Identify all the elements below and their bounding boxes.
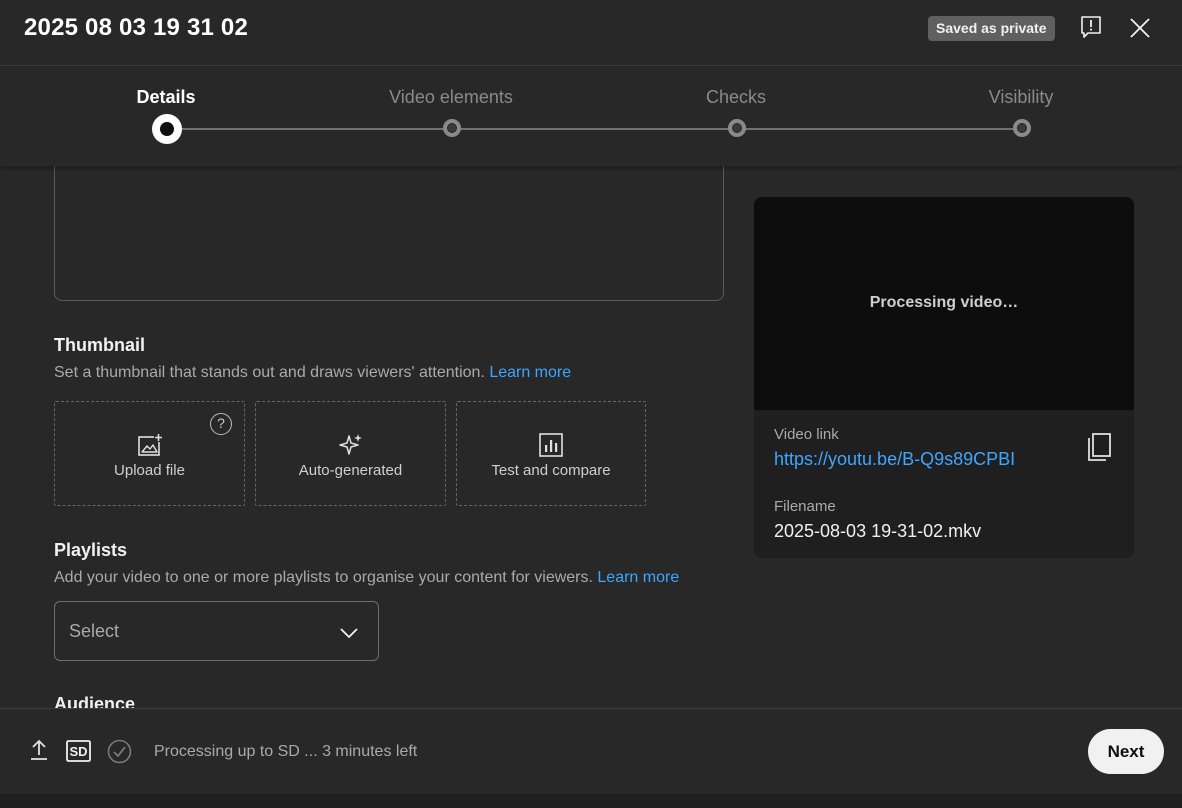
saved-status-badge: Saved as private <box>928 16 1055 41</box>
next-button[interactable]: Next <box>1088 729 1164 774</box>
upload-file-label: Upload file <box>114 462 185 479</box>
step-label: Checks <box>705 87 767 107</box>
video-link[interactable]: https://youtu.be/B-Q9s89CPBI <box>774 449 1015 470</box>
sd-badge-text: SD <box>69 744 87 759</box>
stepper-track <box>167 128 1022 130</box>
playlists-title: Playlists <box>54 540 128 560</box>
bar-chart-icon <box>539 433 563 457</box>
copy-link-button[interactable] <box>1087 432 1113 462</box>
details-form[interactable]: Thumbnail Set a thumbnail that stands ou… <box>0 166 1182 708</box>
thumbnail-title: Thumbnail <box>54 335 145 355</box>
auto-generated-label: Auto-generated <box>298 462 403 479</box>
dialog-footer: SD Processing up to SD ... 3 minutes lef… <box>0 708 1182 794</box>
thumbnail-description: Set a thumbnail that stands out and draw… <box>54 364 571 382</box>
filename-value: 2025-08-03 19-31-02.mkv <box>774 521 982 541</box>
playlists-description: Add your video to one or more playlists … <box>54 569 679 587</box>
help-icon[interactable]: ? <box>210 413 232 435</box>
step-label: Visibility <box>988 87 1054 107</box>
processing-status: Processing up to SD ... 3 minutes left <box>154 743 418 760</box>
thumbnail-learn-more-link[interactable]: Learn more <box>489 364 571 381</box>
processing-video-text: Processing video… <box>869 294 1019 311</box>
step-indicator <box>152 114 182 144</box>
video-title: 2025 08 03 19 31 02 <box>24 14 249 41</box>
dialog-header: 2025 08 03 19 31 02 Saved as private <box>0 0 1182 66</box>
upload-stepper: Details Video elements Checks Visibility <box>0 67 1182 166</box>
auto-generated-thumbnail-button[interactable]: Auto-generated <box>255 401 446 506</box>
test-and-compare-label: Test and compare <box>491 462 611 479</box>
step-indicator <box>728 119 746 137</box>
sparkle-icon <box>338 434 362 455</box>
sd-quality-icon: SD <box>66 740 91 762</box>
playlist-select-value: Select <box>69 621 120 641</box>
video-preview-card: Processing video… Video link https://you… <box>754 197 1134 558</box>
upload-icon <box>31 739 47 760</box>
close-icon <box>1130 18 1150 38</box>
step-label: Video elements <box>389 87 513 107</box>
step-indicator <box>1013 119 1031 137</box>
test-and-compare-button[interactable]: Test and compare <box>456 401 646 506</box>
check-circle-icon <box>107 739 132 764</box>
step-indicator <box>443 119 461 137</box>
thumbnail-description-text: Set a thumbnail that stands out and draw… <box>54 364 485 381</box>
close-button[interactable] <box>1124 12 1156 44</box>
video-preview[interactable]: Processing video… <box>754 197 1134 410</box>
audience-title: Audience <box>54 694 136 708</box>
copy-icon <box>1088 433 1111 461</box>
feedback-icon <box>1081 16 1101 38</box>
filename-label: Filename <box>774 498 836 515</box>
add-photo-icon <box>137 433 163 456</box>
upload-dialog: 2025 08 03 19 31 02 Saved as private Det… <box>0 0 1182 794</box>
upload-thumbnail-button[interactable]: ? Upload file <box>54 401 245 506</box>
playlist-select[interactable]: Select <box>54 601 379 661</box>
step-label: Details <box>136 87 196 107</box>
video-link-label: Video link <box>774 426 839 443</box>
playlists-description-text: Add your video to one or more playlists … <box>54 569 593 586</box>
playlists-learn-more-link[interactable]: Learn more <box>597 569 679 586</box>
feedback-button[interactable] <box>1076 12 1106 42</box>
chevron-down-icon <box>340 628 358 639</box>
description-textarea[interactable] <box>54 166 724 301</box>
